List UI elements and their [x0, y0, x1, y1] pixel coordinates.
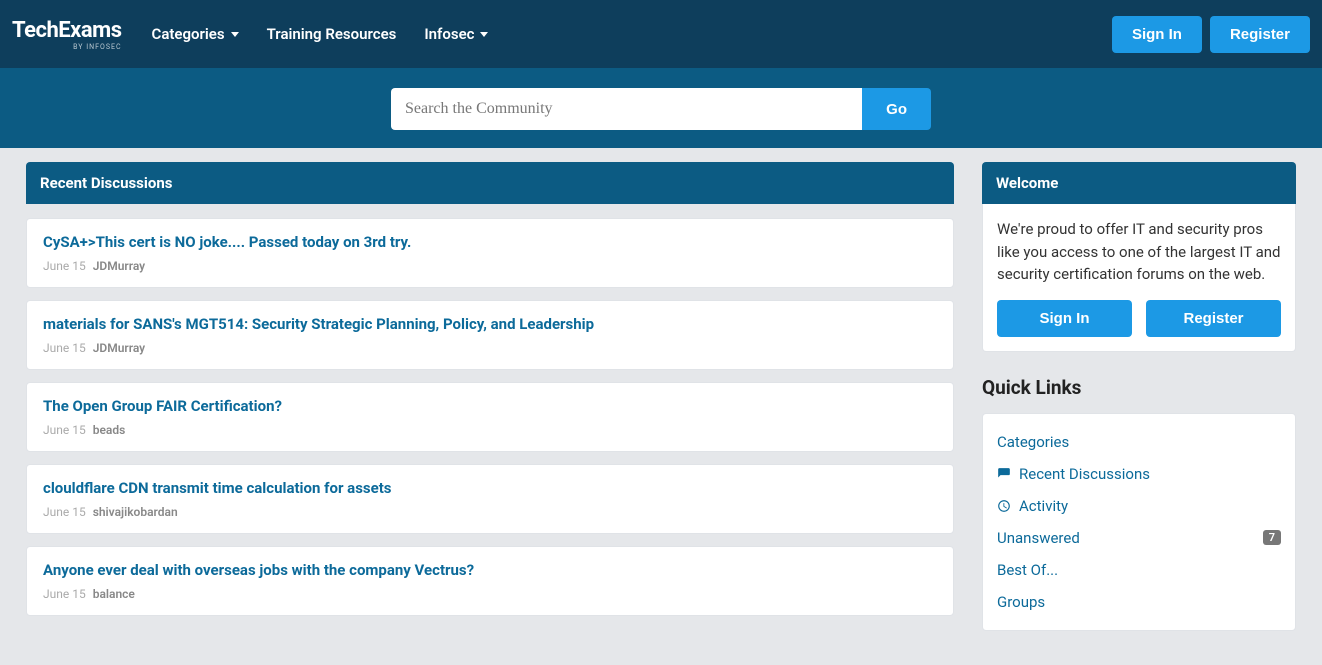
ql-groups[interactable]: Groups: [997, 586, 1281, 618]
discussion-meta: June 15 beads: [43, 423, 937, 437]
welcome-header: Welcome: [982, 162, 1296, 204]
discussion-date: June 15: [43, 587, 86, 601]
ql-label: Best Of...: [997, 561, 1058, 579]
nav-infosec-label: Infosec: [424, 25, 474, 43]
ql-unanswered[interactable]: Unanswered 7: [997, 522, 1281, 554]
ql-activity[interactable]: Activity: [997, 490, 1281, 522]
welcome-buttons: Sign In Register: [997, 300, 1281, 337]
recent-discussions-header: Recent Discussions: [26, 162, 954, 204]
ql-recent-discussions[interactable]: Recent Discussions: [997, 458, 1281, 490]
ql-categories[interactable]: Categories: [997, 426, 1281, 458]
nav-items: Categories Training Resources Infosec: [152, 25, 1112, 43]
register-button[interactable]: Register: [1210, 16, 1310, 53]
logo-subtext: BY INFOSEC: [12, 43, 122, 51]
ql-label: Groups: [997, 593, 1045, 611]
unanswered-count-badge: 7: [1263, 530, 1281, 545]
chevron-down-icon: [480, 32, 488, 37]
discussion-card: CySA+>This cert is NO joke.... Passed to…: [26, 218, 954, 288]
discussion-card: clouldflare CDN transmit time calculatio…: [26, 464, 954, 534]
search-section: Go: [0, 68, 1322, 160]
nav-categories[interactable]: Categories: [152, 25, 239, 43]
discussion-author[interactable]: JDMurray: [93, 341, 145, 355]
logo[interactable]: TechExams BY INFOSEC: [12, 18, 122, 51]
discussion-card: Anyone ever deal with overseas jobs with…: [26, 546, 954, 616]
discussion-title[interactable]: clouldflare CDN transmit time calculatio…: [43, 479, 937, 497]
discussion-author[interactable]: balance: [93, 587, 135, 601]
quick-links-title: Quick Links: [982, 376, 1296, 399]
discussion-meta: June 15 balance: [43, 587, 937, 601]
sidebar-register-button[interactable]: Register: [1146, 300, 1281, 337]
discussion-card: materials for SANS's MGT514: Security St…: [26, 300, 954, 370]
discussion-date: June 15: [43, 505, 86, 519]
discussion-title[interactable]: CySA+>This cert is NO joke.... Passed to…: [43, 233, 937, 251]
welcome-body: We're proud to offer IT and security pro…: [982, 204, 1296, 352]
main-column: Recent Discussions CySA+>This cert is NO…: [26, 162, 954, 631]
discussion-meta: June 15 JDMurray: [43, 259, 937, 273]
page-body: Recent Discussions CySA+>This cert is NO…: [0, 148, 1322, 665]
discussion-date: June 15: [43, 259, 86, 273]
ql-label: Unanswered: [997, 529, 1080, 547]
nav-infosec[interactable]: Infosec: [424, 25, 488, 43]
search-button[interactable]: Go: [862, 88, 931, 130]
ql-best-of[interactable]: Best Of...: [997, 554, 1281, 586]
container: Recent Discussions CySA+>This cert is NO…: [12, 148, 1310, 645]
discussion-meta: June 15 JDMurray: [43, 341, 937, 355]
nav-buttons: Sign In Register: [1112, 16, 1310, 53]
ql-label: Activity: [1019, 497, 1068, 515]
discussion-meta: June 15 shivajikobardan: [43, 505, 937, 519]
logo-text: TechExams: [12, 18, 122, 43]
discussion-author[interactable]: JDMurray: [93, 259, 145, 273]
discussion-date: June 15: [43, 423, 86, 437]
comment-icon: [997, 467, 1011, 481]
nav-training-label: Training Resources: [267, 25, 397, 43]
discussion-title[interactable]: The Open Group FAIR Certification?: [43, 397, 937, 415]
navbar: TechExams BY INFOSEC Categories Training…: [0, 0, 1322, 68]
welcome-text: We're proud to offer IT and security pro…: [997, 218, 1281, 286]
discussion-list: CySA+>This cert is NO joke.... Passed to…: [26, 218, 954, 616]
discussion-date: June 15: [43, 341, 86, 355]
sidebar: Welcome We're proud to offer IT and secu…: [982, 162, 1296, 631]
discussion-title[interactable]: Anyone ever deal with overseas jobs with…: [43, 561, 937, 579]
nav-training[interactable]: Training Resources: [267, 25, 397, 43]
clock-icon: [997, 499, 1011, 513]
ql-label: Recent Discussions: [1019, 465, 1150, 483]
discussion-author[interactable]: shivajikobardan: [93, 505, 178, 519]
sign-in-button[interactable]: Sign In: [1112, 16, 1202, 53]
ql-label: Categories: [997, 433, 1069, 451]
search-form: Go: [391, 88, 931, 130]
discussion-card: The Open Group FAIR Certification? June …: [26, 382, 954, 452]
chevron-down-icon: [231, 32, 239, 37]
search-input[interactable]: [391, 88, 862, 130]
quick-links-box: Categories Recent Discussions Activity: [982, 413, 1296, 631]
sidebar-sign-in-button[interactable]: Sign In: [997, 300, 1132, 337]
discussion-title[interactable]: materials for SANS's MGT514: Security St…: [43, 315, 937, 333]
discussion-author[interactable]: beads: [93, 423, 126, 437]
nav-categories-label: Categories: [152, 25, 225, 43]
